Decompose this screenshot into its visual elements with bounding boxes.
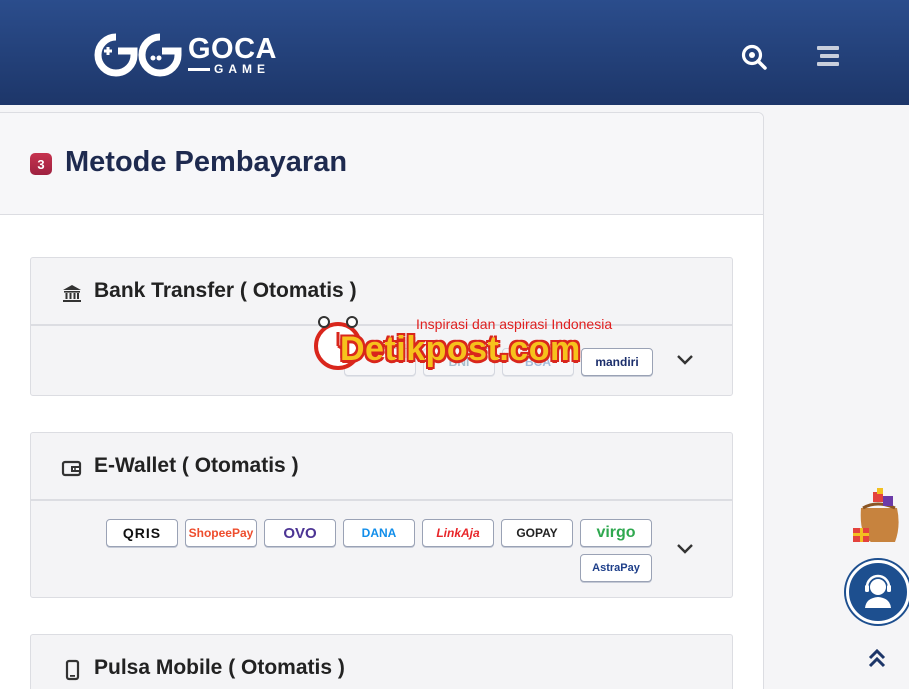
section-title: Pulsa Mobile ( Otomatis ) xyxy=(94,656,345,679)
astrapay-logo: AstraPay xyxy=(580,554,652,582)
section-pulsa-mobile[interactable]: Pulsa Mobile ( Otomatis ) xyxy=(30,634,733,689)
watermark-brand: Detikpost.com xyxy=(340,330,581,368)
watermark-overlay: Inspirasi dan aspirasi Indonesia Detikpo… xyxy=(312,314,612,378)
goca-game-logo[interactable]: GOCA GAME xyxy=(90,30,290,80)
payment-method-card: 3 Metode Pembayaran xyxy=(0,112,764,689)
top-header: GOCA GAME xyxy=(0,0,909,105)
step-badge: 3 xyxy=(30,153,52,175)
section-e-wallet[interactable]: E-Wallet ( Otomatis ) QRIS ShopeePay OVO… xyxy=(30,432,733,598)
gamepad-logo-icon xyxy=(94,33,182,77)
gopay-logo: GOPAY xyxy=(501,519,573,547)
qris-logo: QRIS xyxy=(106,519,178,547)
chevron-down-icon[interactable] xyxy=(676,543,694,555)
linkaja-logo: LinkAja xyxy=(422,519,494,547)
scroll-top-icon[interactable] xyxy=(866,646,888,672)
section-header[interactable]: Pulsa Mobile ( Otomatis ) xyxy=(31,635,732,689)
section-title: Bank Transfer ( Otomatis ) xyxy=(94,279,357,302)
card-header: 3 Metode Pembayaran xyxy=(0,113,763,215)
brand-sub: GAME xyxy=(214,61,270,76)
ovo-logo: OVO xyxy=(264,519,336,547)
dana-logo: DANA xyxy=(343,519,415,547)
support-button[interactable] xyxy=(846,560,909,624)
support-icon xyxy=(865,574,891,608)
section-header[interactable]: E-Wallet ( Otomatis ) xyxy=(31,433,732,501)
wallet-icon xyxy=(61,460,82,477)
virgo-logo: virgo xyxy=(580,519,652,547)
bank-icon xyxy=(63,285,81,302)
gift-icon[interactable] xyxy=(851,486,903,546)
menu-icon[interactable] xyxy=(814,44,842,68)
shopeepay-logo: ShopeePay xyxy=(185,519,257,547)
section-title: E-Wallet ( Otomatis ) xyxy=(94,454,299,477)
mobile-icon xyxy=(65,659,80,681)
search-icon[interactable] xyxy=(740,43,768,71)
page-title: Metode Pembayaran xyxy=(65,146,348,178)
chevron-down-icon[interactable] xyxy=(676,354,694,366)
brand-name: GOCA xyxy=(188,32,277,65)
